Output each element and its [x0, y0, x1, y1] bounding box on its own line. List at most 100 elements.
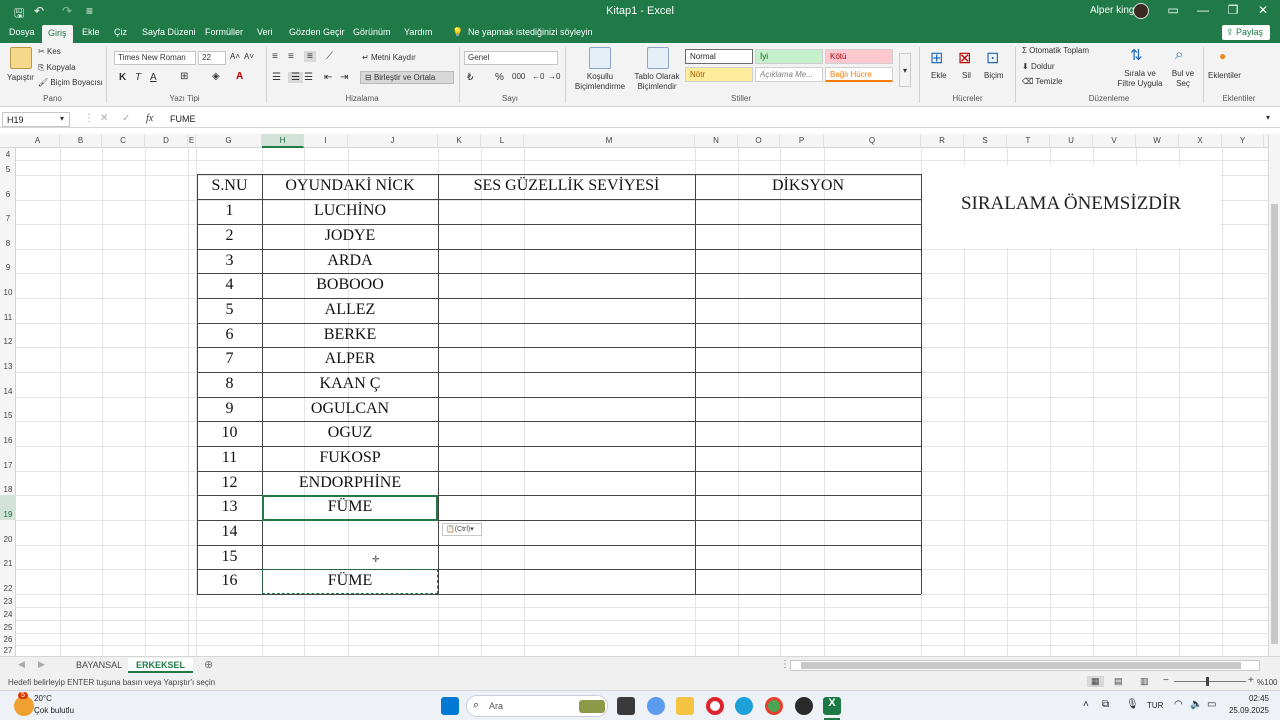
row-header[interactable]: 13 — [0, 347, 16, 372]
cell-number[interactable]: 16 — [197, 572, 262, 590]
cell-nick[interactable]: LUCHİNO — [262, 202, 438, 220]
tab-insert[interactable]: Ekle — [82, 27, 100, 37]
zoom-slider-thumb[interactable] — [1206, 677, 1209, 686]
tab-review[interactable]: Gözden Geçir — [289, 27, 345, 37]
find-select-button[interactable]: Bul ve Seç — [1168, 69, 1198, 89]
decrease-indent-icon[interactable]: ⇤ — [324, 72, 332, 83]
format-cells-icon[interactable]: ⊡ — [986, 48, 999, 68]
comma-icon[interactable]: 000 — [512, 72, 525, 81]
close-icon[interactable]: ✕ — [1248, 3, 1278, 17]
insert-cells-icon[interactable]: ⊞ — [930, 48, 943, 68]
tab-help[interactable]: Yardım — [404, 27, 432, 37]
conditional-formatting-button[interactable]: Koşullu Biçimlendirme — [570, 72, 630, 92]
header-sn[interactable]: S.NU — [197, 177, 262, 195]
row-header[interactable]: 8 — [0, 224, 16, 249]
vscroll-thumb[interactable] — [1271, 204, 1278, 644]
row-header[interactable]: 10 — [0, 273, 16, 298]
user-name[interactable]: Alper king — [1090, 5, 1134, 16]
horizontal-scrollbar[interactable] — [790, 660, 1260, 671]
cell-number[interactable]: 12 — [197, 474, 262, 492]
borders-icon[interactable]: ⊞ — [180, 71, 188, 82]
insert-cells-button[interactable]: Ekle — [931, 71, 947, 80]
row-header[interactable]: 6 — [0, 175, 16, 200]
column-header[interactable]: K — [438, 134, 481, 148]
row-header[interactable]: 9 — [0, 249, 16, 273]
tab-home[interactable]: Giriş — [42, 25, 73, 43]
name-box-dropdown-icon[interactable]: ▾ — [60, 114, 64, 123]
cell-number[interactable]: 8 — [197, 375, 262, 393]
weather-icon[interactable] — [14, 696, 34, 716]
cell-nick[interactable]: ENDORPHİNE — [262, 474, 438, 492]
wrap-text-button[interactable]: ↵ Metni Kaydır — [362, 53, 416, 62]
orientation-icon[interactable]: ⟋ — [326, 51, 333, 62]
copy-button[interactable]: ⎘ Kopyala — [38, 63, 76, 73]
wifi-icon[interactable]: ◠ — [1174, 699, 1183, 710]
cell-nick[interactable]: ALPER — [262, 350, 438, 368]
align-left-icon[interactable]: ☰ — [272, 72, 281, 83]
volume-icon[interactable]: 🔈 — [1190, 699, 1202, 710]
cell-number[interactable]: 14 — [197, 523, 262, 541]
add-sheet-icon[interactable]: ⊕ — [204, 658, 213, 671]
row-header[interactable]: 25 — [0, 620, 16, 633]
cell-nick[interactable]: JODYE — [262, 227, 438, 245]
sheet-tab-erkeksel[interactable]: ERKEKSEL — [128, 658, 194, 673]
style-linked-cell[interactable]: Bağlı Hücre — [825, 67, 893, 82]
bold-icon[interactable]: K — [119, 72, 126, 83]
cell-number[interactable]: 15 — [197, 548, 262, 566]
cut-button[interactable]: ✂ Kes — [38, 47, 61, 56]
ribbon-display-icon[interactable]: ▭ — [1158, 3, 1188, 17]
font-color-icon[interactable]: A — [236, 71, 243, 82]
column-header[interactable]: T — [1007, 134, 1050, 148]
taskbar-search[interactable]: ⌕ Ara — [466, 695, 608, 717]
cell-number[interactable]: 7 — [197, 350, 262, 368]
header-nick[interactable]: OYUNDAKİ NİCK — [262, 177, 438, 195]
sort-filter-icon[interactable]: ⇅ — [1130, 46, 1143, 64]
paste-button[interactable]: Yapıştır — [7, 73, 34, 82]
cell-nick[interactable]: BOBOOO — [262, 276, 438, 294]
vertical-scrollbar[interactable] — [1268, 134, 1280, 656]
increase-decimal-icon[interactable]: ←0 — [532, 72, 544, 81]
note-text-box[interactable]: SIRALAMA ÖNEMSİZDİR — [922, 165, 1220, 248]
tab-page-layout[interactable]: Sayfa Düzeni — [142, 27, 196, 37]
column-header[interactable]: M — [524, 134, 695, 148]
opera-icon[interactable] — [706, 697, 724, 715]
cell-nick[interactable]: ARDA — [262, 252, 438, 270]
add-ins-icon[interactable]: ● — [1219, 49, 1226, 63]
file-explorer-icon[interactable] — [676, 697, 694, 715]
paste-options-button[interactable]: 📋(Ctrl)▾ — [442, 523, 482, 536]
copilot-icon[interactable] — [647, 697, 665, 715]
column-header[interactable]: P — [780, 134, 824, 148]
column-header[interactable]: Q — [824, 134, 921, 148]
fill-button[interactable]: ⬇ Doldur — [1022, 62, 1055, 71]
clock-date[interactable]: 25.09.2025 — [1220, 706, 1269, 715]
header-voice[interactable]: SES GÜZELLİK SEVİYESİ — [438, 177, 695, 195]
prev-sheet-icon[interactable]: ◀ — [18, 659, 25, 670]
column-header[interactable]: E — [188, 134, 196, 148]
battery-icon[interactable]: ▭ — [1207, 699, 1216, 710]
row-header[interactable]: 22 — [0, 569, 16, 594]
expand-formula-icon[interactable]: ▾ — [1266, 113, 1270, 122]
active-cell-selection[interactable] — [262, 495, 438, 521]
cell-nick[interactable]: BERKE — [262, 326, 438, 344]
cell-number[interactable]: 6 — [197, 326, 262, 344]
cell-nick[interactable]: KAAN Ç — [262, 375, 438, 393]
sheet-tab-bayansal[interactable]: BAYANSAL — [68, 658, 130, 673]
cell-number[interactable]: 5 — [197, 301, 262, 319]
tab-file[interactable]: Dosya — [9, 27, 35, 37]
row-header[interactable]: 7 — [0, 200, 16, 224]
row-header[interactable]: 19 — [0, 495, 16, 520]
row-header[interactable]: 26 — [0, 633, 16, 645]
column-header[interactable]: O — [738, 134, 780, 148]
task-view-icon[interactable] — [617, 697, 635, 715]
tab-view[interactable]: Görünüm — [353, 27, 391, 37]
row-header[interactable]: 27 — [0, 645, 16, 656]
next-sheet-icon[interactable]: ▶ — [38, 659, 45, 670]
style-explanatory[interactable]: Açıklama Me... — [755, 67, 823, 82]
row-header[interactable]: 17 — [0, 446, 16, 471]
row-header[interactable]: 20 — [0, 520, 16, 545]
style-neutral[interactable]: Nötr — [685, 67, 753, 82]
zoom-slider[interactable] — [1174, 681, 1246, 682]
row-header[interactable]: 12 — [0, 323, 16, 347]
cell-number[interactable]: 4 — [197, 276, 262, 294]
zoom-level[interactable]: %100 — [1257, 678, 1277, 687]
